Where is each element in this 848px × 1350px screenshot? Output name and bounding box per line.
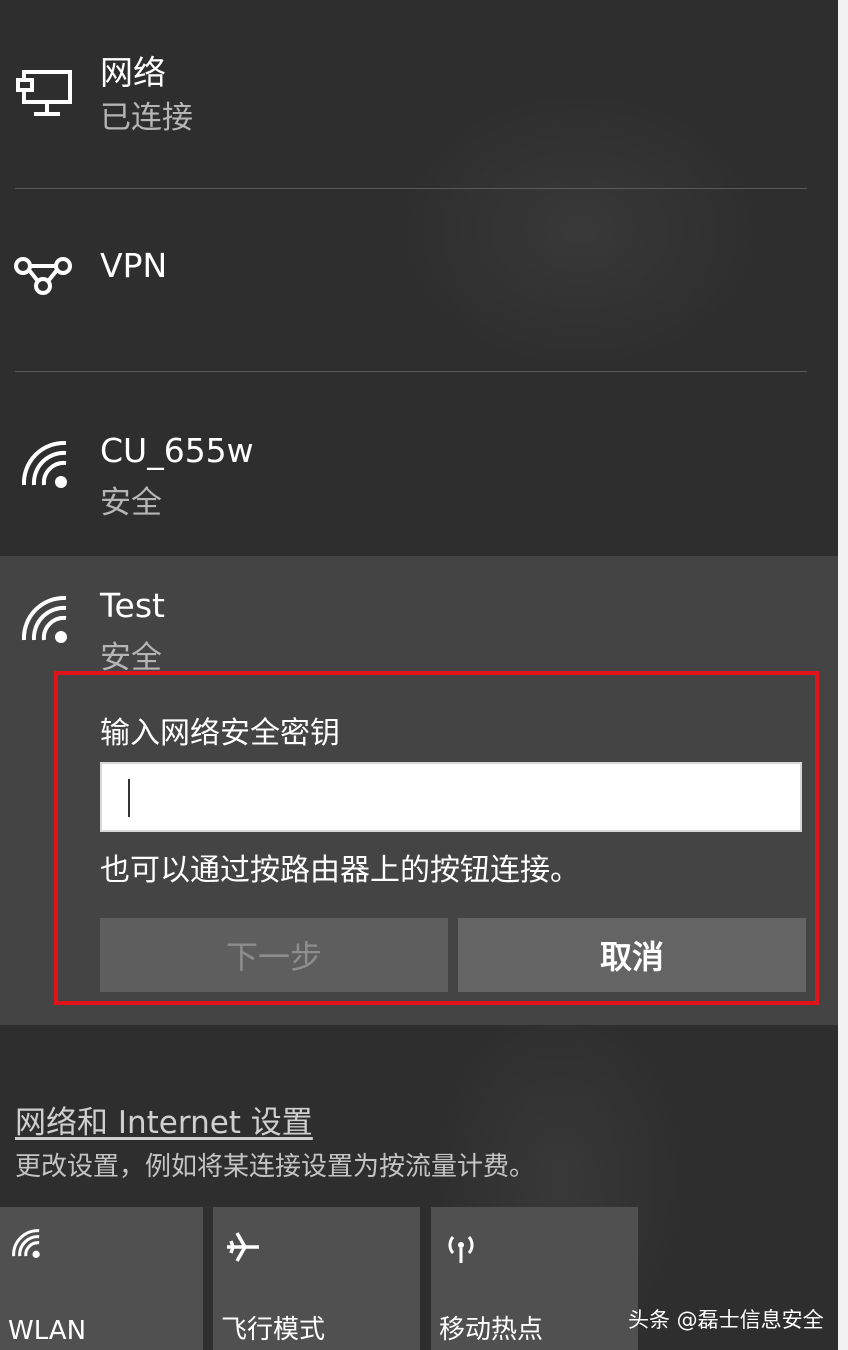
- wifi-icon: [12, 1229, 40, 1258]
- vpn-icon: [14, 257, 72, 295]
- network-status: 安全: [100, 485, 162, 521]
- highlight-box: [54, 671, 819, 1005]
- quick-action-wlan[interactable]: WLAN: [0, 1207, 203, 1350]
- tile-label: 飞行模式: [221, 1315, 326, 1345]
- tile-label: WLAN: [8, 1316, 87, 1346]
- network-item-test[interactable]: Test 安全: [0, 580, 838, 676]
- network-item-vpn[interactable]: VPN: [0, 240, 838, 320]
- airplane-icon: [227, 1232, 259, 1262]
- network-settings-link[interactable]: 网络和 Internet 设置: [15, 1097, 313, 1142]
- quick-action-airplane-mode[interactable]: 飞行模式: [213, 1207, 420, 1350]
- background-edge: [838, 0, 848, 1350]
- network-flyout: 网络 已连接 VPN CU_655w 安全 Test 安全 输入网络安全密钥 也…: [0, 0, 838, 1350]
- quick-action-mobile-hotspot[interactable]: 移动热点: [431, 1207, 638, 1350]
- network-name: VPN: [100, 246, 168, 285]
- network-status: 已连接: [100, 100, 193, 136]
- ethernet-icon: [16, 70, 72, 116]
- network-settings-description: 更改设置，例如将某连接设置为按流量计费。: [15, 1152, 536, 1182]
- divider: [15, 188, 807, 189]
- tile-label: 移动热点: [439, 1315, 544, 1345]
- watermark: 头条 @磊士信息安全: [628, 1308, 824, 1332]
- network-item-cu655w[interactable]: CU_655w 安全: [0, 425, 838, 535]
- wifi-icon: [21, 440, 67, 488]
- network-item-ethernet[interactable]: 网络 已连接: [0, 40, 838, 150]
- wifi-icon: [21, 595, 67, 643]
- hotspot-icon: [448, 1236, 474, 1263]
- network-name: Test: [100, 586, 165, 625]
- divider: [15, 371, 807, 372]
- network-name: CU_655w: [100, 431, 254, 470]
- network-name: 网络: [100, 53, 166, 92]
